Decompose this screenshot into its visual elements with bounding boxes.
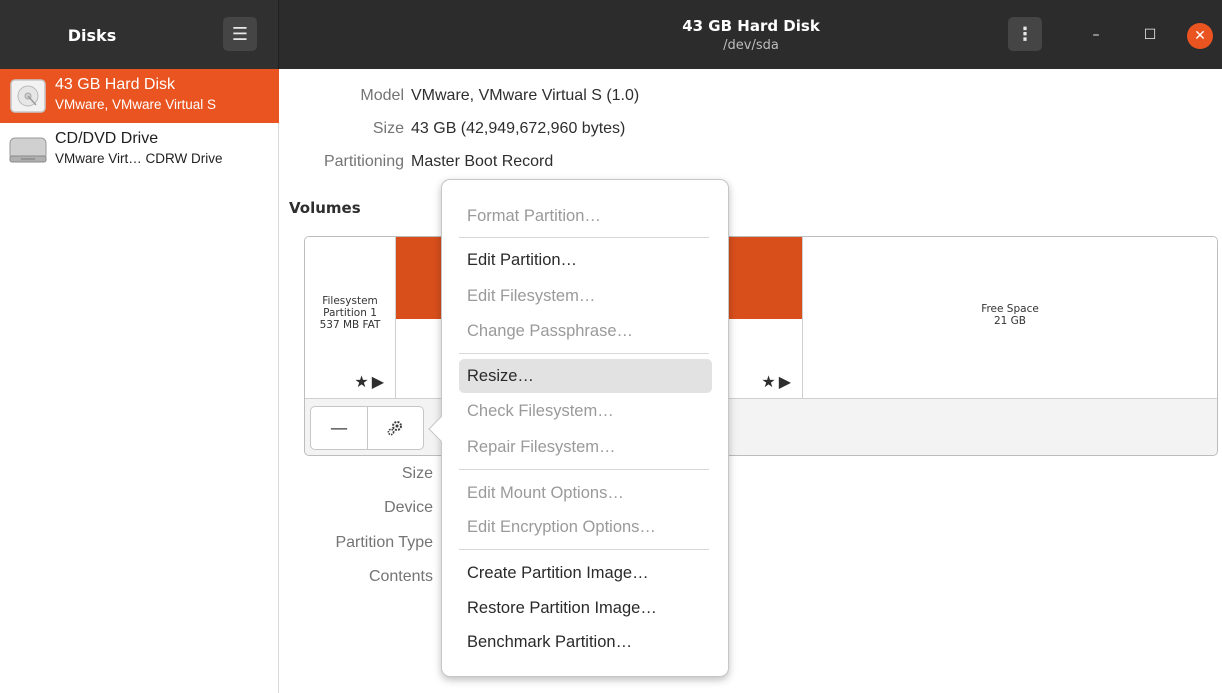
minimize-icon: – [1092,27,1100,43]
menu-item-edit-encryption-options[interactable]: Edit Encryption Options… [459,510,712,544]
menu-separator [459,237,709,238]
hamburger-icon: ☰ [231,23,249,45]
menu-item-create-partition-image[interactable]: Create Partition Image… [459,556,712,590]
menu-item-restore-partition-image[interactable]: Restore Partition Image… [459,591,712,625]
partition-context-menu: Format Partition… Edit Partition… Edit F… [441,179,729,677]
menu-item-format-partition[interactable]: Format Partition… [459,199,712,233]
hard-disk-icon [10,79,46,113]
sidebar-header: Disks ☰ [0,0,279,69]
drive-name: CD/DVD Drive [55,130,159,147]
minimize-button[interactable]: – [1085,24,1107,46]
drive-item-hard-disk[interactable]: 43 GB Hard Disk VMware, VMware Virtual S [0,69,279,123]
menu-item-edit-filesystem[interactable]: Edit Filesystem… [459,279,712,313]
partition-number: Partition 1 [323,307,377,319]
partition-flags-icon: ★▶ [354,372,387,391]
drive-subtitle: VMware, VMware Virtual S [55,97,217,112]
volume-toolbar: — [310,406,424,450]
contents-label: Contents [368,568,433,585]
maximize-button[interactable]: ☐ [1139,24,1161,46]
drive-list: 43 GB Hard Disk VMware, VMware Virtual S… [0,69,279,693]
drive-name: 43 GB Hard Disk [55,76,176,93]
partition-type-label: Partition Type [335,534,433,551]
menu-item-edit-mount-options[interactable]: Edit Mount Options… [459,476,712,510]
window-title: 43 GB Hard Disk [682,17,820,35]
drive-subtitle: VMware Virt… CDRW Drive [55,151,223,166]
model-label: Model [360,87,404,104]
drive-options-button[interactable]: ⋮ [1008,17,1042,51]
menu-item-change-passphrase[interactable]: Change Passphrase… [459,314,712,348]
main-menu-button[interactable]: ☰ [223,17,257,51]
minus-icon: — [329,417,348,439]
free-space-size: 21 GB [993,315,1027,327]
close-button[interactable]: ✕ [1187,23,1213,49]
menu-separator [459,469,709,470]
menu-item-edit-partition[interactable]: Edit Partition… [459,243,712,277]
menu-item-check-filesystem[interactable]: Check Filesystem… [459,394,712,428]
maximize-icon: ☐ [1143,27,1157,43]
volumes-heading: Volumes [289,199,361,217]
window-subtitle: /dev/sda [723,38,779,53]
optical-drive-icon [9,137,47,163]
delete-partition-button[interactable]: — [311,407,367,449]
partition-label: Filesystem [322,295,378,307]
menu-item-benchmark-partition[interactable]: Benchmark Partition… [459,625,712,659]
size-value: 43 GB (42,949,672,960 bytes) [411,120,626,137]
partition-options-button[interactable] [366,407,423,449]
gears-icon [388,421,403,436]
size-label: Size [372,120,404,137]
partition-size-label: Size [401,465,433,482]
free-space-label: Free Space [981,303,1039,315]
partition-1[interactable]: Filesystem Partition 1 537 MB FAT ★▶ [305,237,396,399]
menu-item-repair-filesystem[interactable]: Repair Filesystem… [459,430,712,464]
drive-item-optical[interactable]: CD/DVD Drive VMware Virt… CDRW Drive [0,123,279,177]
free-space[interactable]: Free Space 21 GB [803,237,1217,399]
menu-separator [459,353,709,354]
menu-item-resize[interactable]: Resize… [459,359,712,393]
close-icon: ✕ [1194,28,1206,44]
partition-size: 537 MB FAT [319,319,381,331]
menu-separator [459,549,709,550]
partitioning-label: Partitioning [323,153,404,170]
model-value: VMware, VMware Virtual S (1.0) [411,87,640,104]
partitioning-value: Master Boot Record [411,153,554,170]
device-label: Device [384,499,433,516]
header-bar: Disks ☰ 43 GB Hard Disk /dev/sda ⋮ – ☐ ✕ [0,0,1222,69]
kebab-menu-icon: ⋮ [1016,23,1034,45]
partition-flags-icon: ★▶ [761,372,794,391]
